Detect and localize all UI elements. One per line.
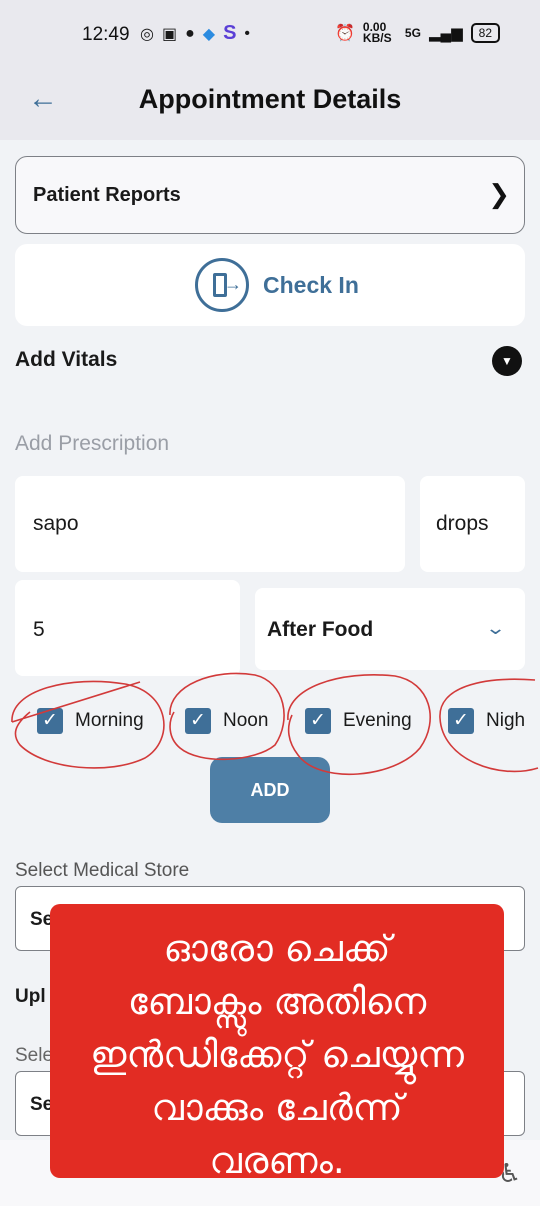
quantity-field[interactable]: 5 xyxy=(15,580,240,676)
whatsapp-icon: ◎ xyxy=(140,25,154,43)
caption-overlay: ഓരോ ചെക്ക് ബോക്സും അതിനെ ഇൻഡിക്കേറ്റ് ചെ… xyxy=(50,904,504,1182)
app-icon: ◆ xyxy=(202,25,216,43)
checkbox-checked-icon[interactable]: ✓ xyxy=(305,708,331,734)
patient-reports-label: Patient Reports xyxy=(33,184,181,206)
checkbox-noon[interactable]: ✓ Noon xyxy=(185,708,268,734)
checkbox-label: Morning xyxy=(75,710,144,731)
upload-select-label: Sele xyxy=(15,1045,54,1066)
caret-down-circle-icon[interactable]: ▼ xyxy=(492,346,522,376)
caption-line: വാക്കും ചേർന്ന് xyxy=(151,1086,403,1129)
check-in-label: Check In xyxy=(263,272,359,298)
checkbox-label: Nigh xyxy=(486,710,526,731)
alarm-icon: ⏰ xyxy=(335,25,355,42)
checkbox-morning[interactable]: ✓ Morning xyxy=(37,708,144,734)
food-timing-value: After Food xyxy=(267,618,374,641)
quantity-value: 5 xyxy=(33,618,45,641)
page-title: Appointment Details xyxy=(138,84,402,114)
app-bar: ← Appointment Details xyxy=(0,70,540,140)
medicine-name-field[interactable]: sapo xyxy=(15,476,405,572)
signal-icon: ▂▄▆ xyxy=(428,25,463,42)
notification-icons: ◎ ▣ ● ◆ S • xyxy=(140,22,250,45)
status-bar: 12:49 ◎ ▣ ● ◆ S • ⏰ 0.00 KB/S 5G ▂▄▆ 82 xyxy=(0,0,540,70)
select-medical-store-label: Select Medical Store xyxy=(15,860,190,881)
caption-line: വരണം. xyxy=(209,1139,345,1182)
checkbox-evening[interactable]: ✓ Evening xyxy=(305,708,412,734)
checkbox-night[interactable]: ✓ Nigh xyxy=(448,708,525,734)
checkbox-checked-icon[interactable]: ✓ xyxy=(37,708,63,734)
unit-field[interactable]: drops xyxy=(420,476,525,572)
chat-icon: ▣ xyxy=(161,25,178,43)
dot-icon: • xyxy=(244,24,251,42)
status-time: 12:49 xyxy=(82,24,130,45)
checkbox-checked-icon[interactable]: ✓ xyxy=(185,708,211,734)
add-vitals-label: Add Vitals xyxy=(15,348,118,371)
caption-line: ബോക്സും അതിനെ xyxy=(127,980,427,1023)
unit-value: drops xyxy=(436,512,489,535)
checkbox-label: Noon xyxy=(223,710,269,731)
signal-label: 5G xyxy=(404,26,421,40)
add-prescription-title: Add Prescription xyxy=(15,432,170,455)
medicine-name-value: sapo xyxy=(33,512,79,535)
check-in-button[interactable]: → Check In xyxy=(15,244,525,326)
checkbox-checked-icon[interactable]: ✓ xyxy=(448,708,474,734)
food-timing-select[interactable]: After Food ⌄ xyxy=(255,588,525,670)
door-enter-icon: → xyxy=(195,258,249,312)
add-button[interactable]: ADD xyxy=(210,757,330,823)
caption-line: ഓരോ ചെക്ക് xyxy=(163,927,391,970)
facebook-icon: ● xyxy=(185,24,195,42)
caption-line: ഇൻഡിക്കേറ്റ് ചെയ്യുന്ന xyxy=(90,1033,464,1076)
chevron-right-icon: ❯ xyxy=(488,179,510,209)
patient-reports-button[interactable]: Patient Reports ❯ xyxy=(15,156,525,234)
system-icons: ⏰ 0.00 KB/S 5G ▂▄▆ 82 xyxy=(335,20,500,45)
net-speed: 0.00 KB/S xyxy=(362,20,392,45)
battery-icon: 82 xyxy=(470,23,500,43)
s-app-icon: S xyxy=(223,22,237,44)
checkbox-label: Evening xyxy=(343,710,412,731)
upload-label: Upl xyxy=(15,986,46,1007)
chevron-down-icon: ⌄ xyxy=(484,618,507,638)
